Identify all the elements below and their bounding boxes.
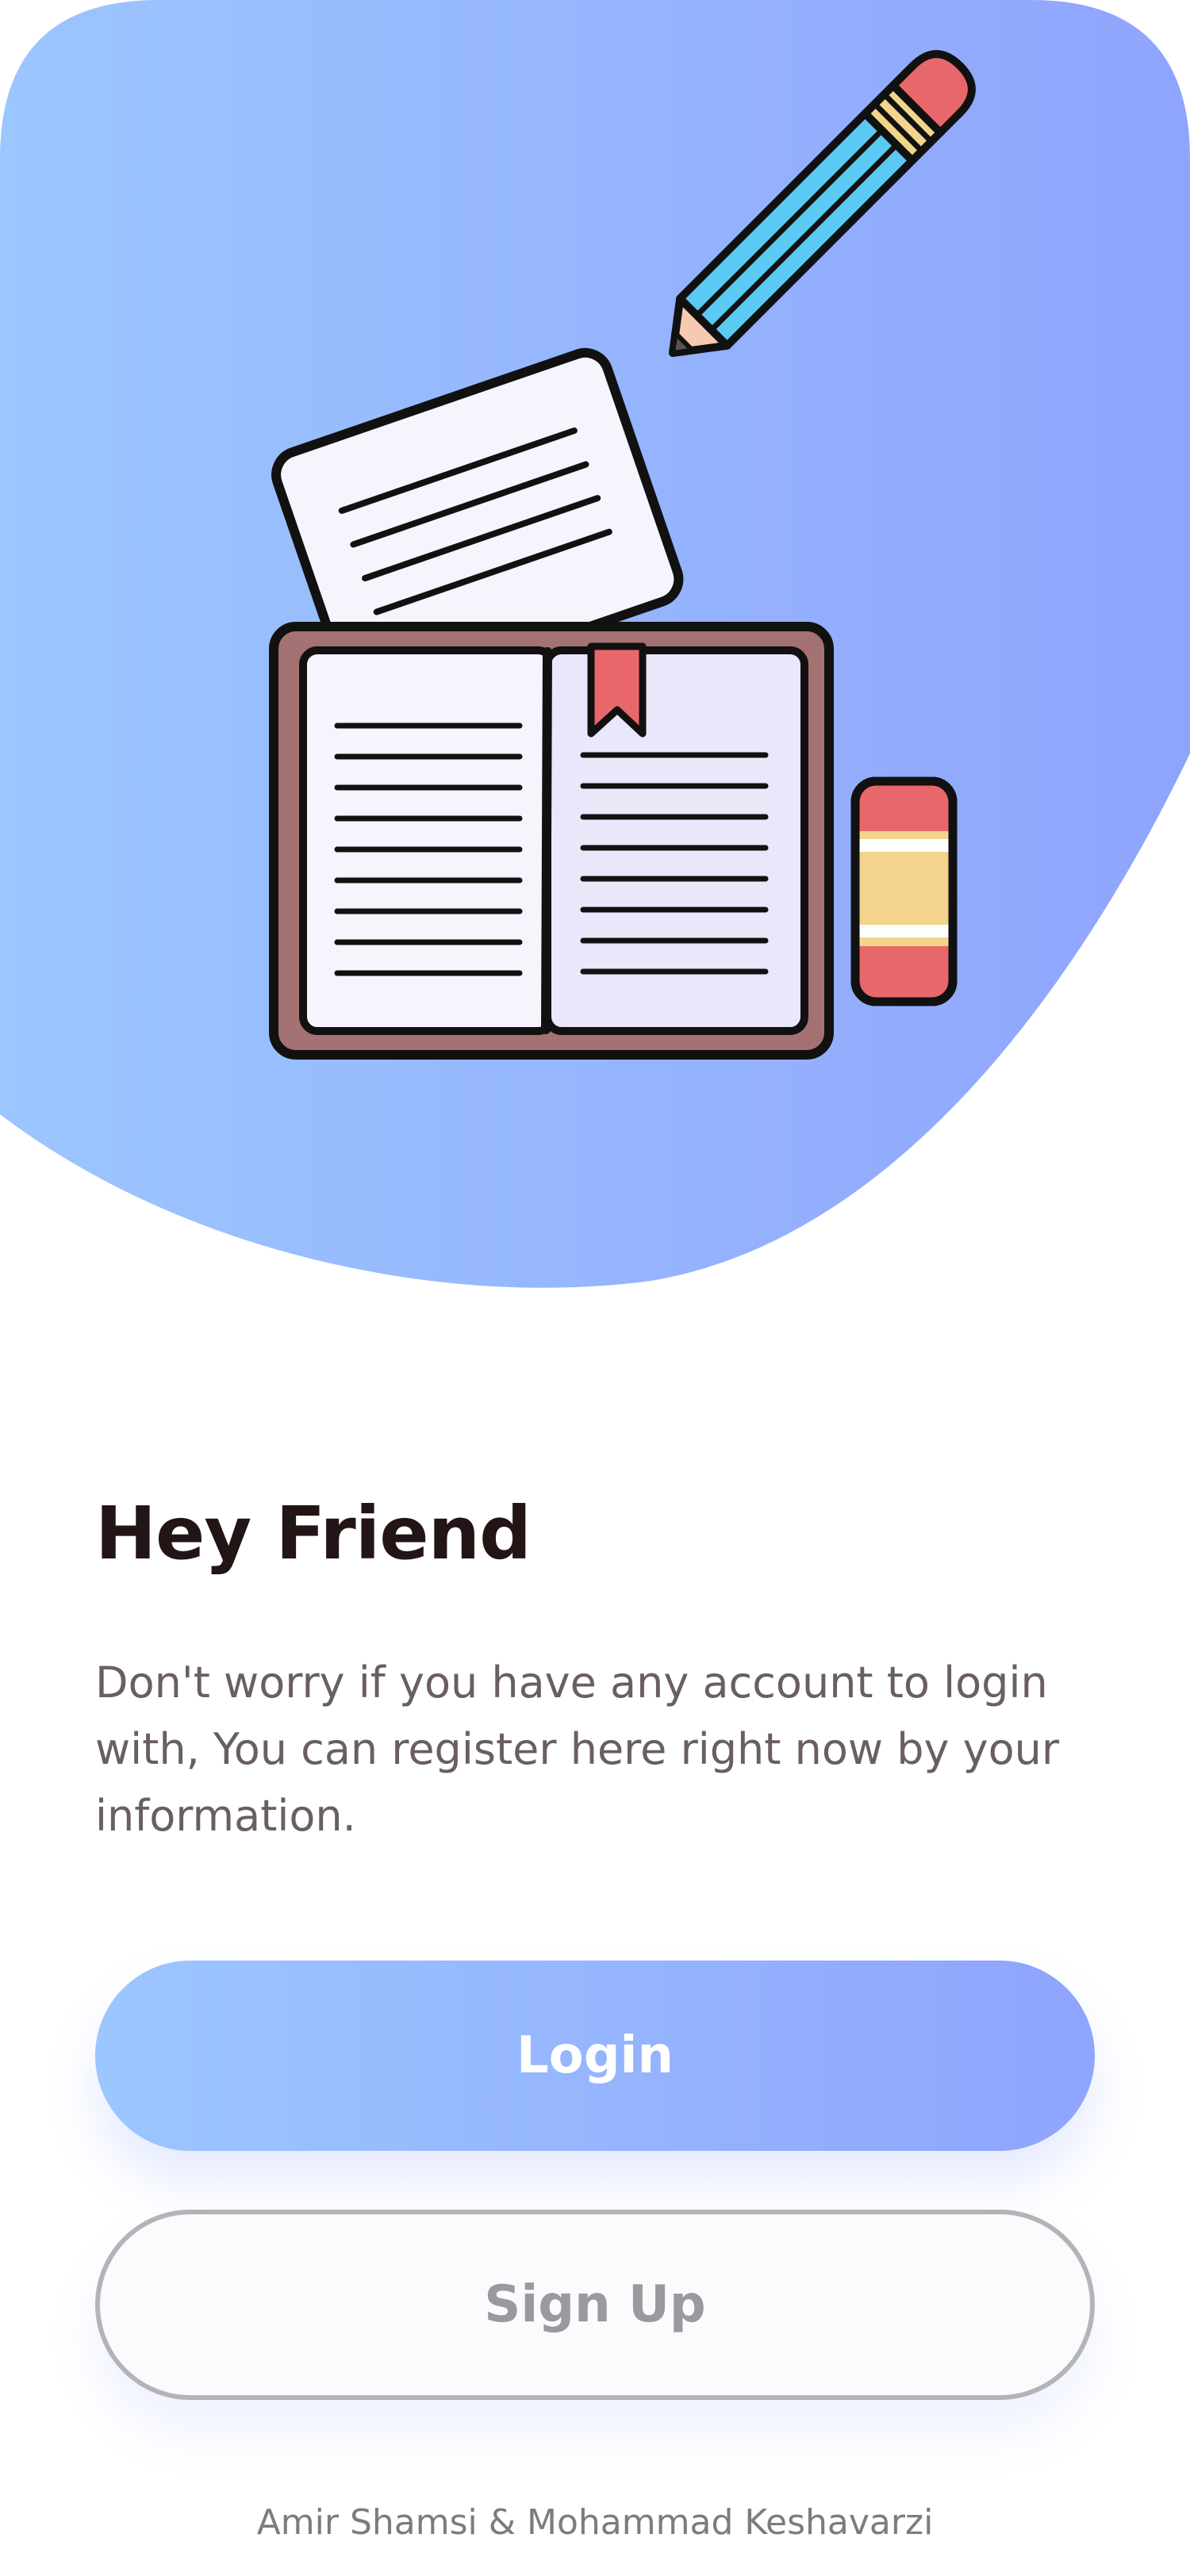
welcome-description: Don't worry if you have any account to l… xyxy=(95,1658,1060,1841)
footer-credit: Amir Shamsi & Mohammad Keshavarzi xyxy=(256,2502,934,2543)
welcome-title: Hey Friend xyxy=(95,1491,532,1576)
hero-background xyxy=(0,0,1190,1288)
hero-header xyxy=(0,0,1190,1301)
login-button-label: Login xyxy=(516,2026,674,2085)
signup-button[interactable]: Sign Up xyxy=(95,2210,1095,2400)
login-button[interactable]: Login xyxy=(95,1961,1095,2151)
open-book-icon xyxy=(269,622,834,1060)
signup-button-label: Sign Up xyxy=(484,2275,706,2334)
eraser-icon xyxy=(850,776,958,1006)
